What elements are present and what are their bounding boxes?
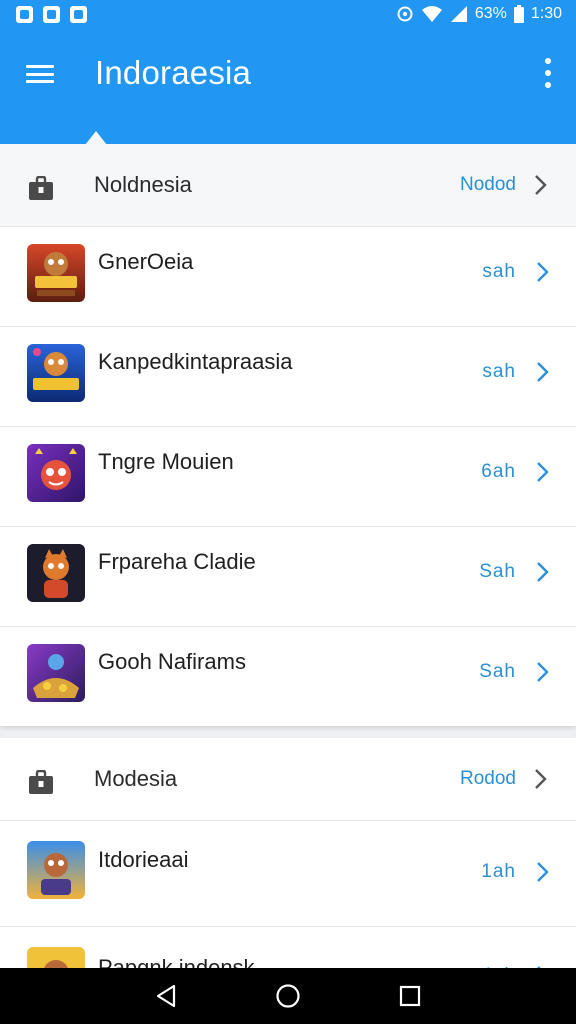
battery-text: 63%	[474, 5, 507, 22]
list-item[interactable]: Tngre Mouien 6ah	[0, 426, 576, 526]
back-triangle-icon[interactable]	[148, 978, 184, 1014]
app-icon	[43, 5, 60, 23]
list-item[interactable]: Frpareha Cladie Sah	[0, 526, 576, 626]
section-action-link[interactable]: Nodod	[460, 174, 516, 196]
game-app-icon	[27, 344, 85, 402]
list-item[interactable]: Kanpedkintapraasia sah	[0, 326, 576, 426]
item-meta: 1ah	[481, 861, 516, 882]
image-icon	[16, 5, 33, 23]
chevron-right-icon	[537, 362, 549, 382]
wifi-icon	[421, 6, 442, 22]
item-title: GnerOeia	[98, 249, 194, 274]
list-item[interactable]: GnerOeia sah	[0, 226, 576, 326]
recents-square-icon[interactable]	[392, 978, 428, 1014]
game-app-icon	[27, 841, 85, 899]
chevron-right-icon	[537, 462, 549, 482]
chevron-right-icon	[537, 262, 549, 282]
signal-icon	[450, 6, 467, 22]
list-item[interactable]: Itdorieaai 1ah	[0, 820, 576, 926]
section-title: Modesia	[94, 766, 178, 791]
item-meta: 6ah	[481, 461, 516, 482]
list-item[interactable]: Gooh Nafirams Sah	[0, 626, 576, 726]
chevron-right-icon	[537, 862, 549, 882]
section-action-link[interactable]: Rodod	[460, 768, 516, 790]
item-title: Kanpedkintapraasia	[98, 349, 293, 374]
section-card: Noldnesia Nodod GnerOeia sah Kanpedkinta…	[0, 144, 576, 726]
status-bar: 63% 1:30	[0, 0, 576, 28]
sync-icon	[397, 6, 413, 22]
tab-indicator	[85, 131, 107, 145]
app-title: Indoraesia	[95, 54, 252, 91]
store-bag-icon	[29, 770, 53, 794]
app-bar: Indoraesia	[0, 28, 576, 145]
clock-time: 1:30	[530, 5, 562, 22]
battery-icon	[513, 5, 524, 23]
item-title: Frpareha Cladie	[98, 549, 256, 574]
game-app-icon	[27, 644, 85, 702]
item-title: Itdorieaai	[98, 847, 189, 872]
item-meta: Sah	[479, 661, 516, 682]
chevron-right-icon	[535, 769, 547, 789]
list-item[interactable]: Papgnk indensk 4ah	[0, 926, 576, 968]
content-list[interactable]: Noldnesia Nodod GnerOeia sah Kanpedkinta…	[0, 144, 576, 968]
item-meta: sah	[482, 361, 516, 382]
item-title: Papgnk indensk	[98, 955, 255, 968]
grid-icon	[70, 5, 87, 23]
hamburger-icon[interactable]	[26, 61, 54, 87]
item-title: Gooh Nafirams	[98, 649, 246, 674]
item-meta: Sah	[479, 561, 516, 582]
section-header[interactable]: Noldnesia Nodod	[0, 144, 576, 226]
system-nav-bar	[0, 968, 576, 1024]
chevron-right-icon	[537, 562, 549, 582]
store-bag-icon	[29, 176, 53, 200]
chevron-right-icon	[537, 662, 549, 682]
section-card: Modesia Rodod Itdorieaai 1ah Papgnk inde…	[0, 738, 576, 968]
notification-icons	[16, 5, 87, 23]
status-indicators: 63% 1:30	[396, 5, 562, 23]
chevron-right-icon	[535, 175, 547, 195]
item-title: Tngre Mouien	[98, 449, 234, 474]
game-app-icon	[27, 947, 85, 968]
section-title: Noldnesia	[94, 172, 192, 197]
more-vert-icon[interactable]	[542, 58, 554, 88]
game-app-icon	[27, 444, 85, 502]
game-app-icon	[27, 244, 85, 302]
game-app-icon	[27, 544, 85, 602]
section-header[interactable]: Modesia Rodod	[0, 738, 576, 820]
home-circle-icon[interactable]	[270, 978, 306, 1014]
item-meta: sah	[482, 261, 516, 282]
